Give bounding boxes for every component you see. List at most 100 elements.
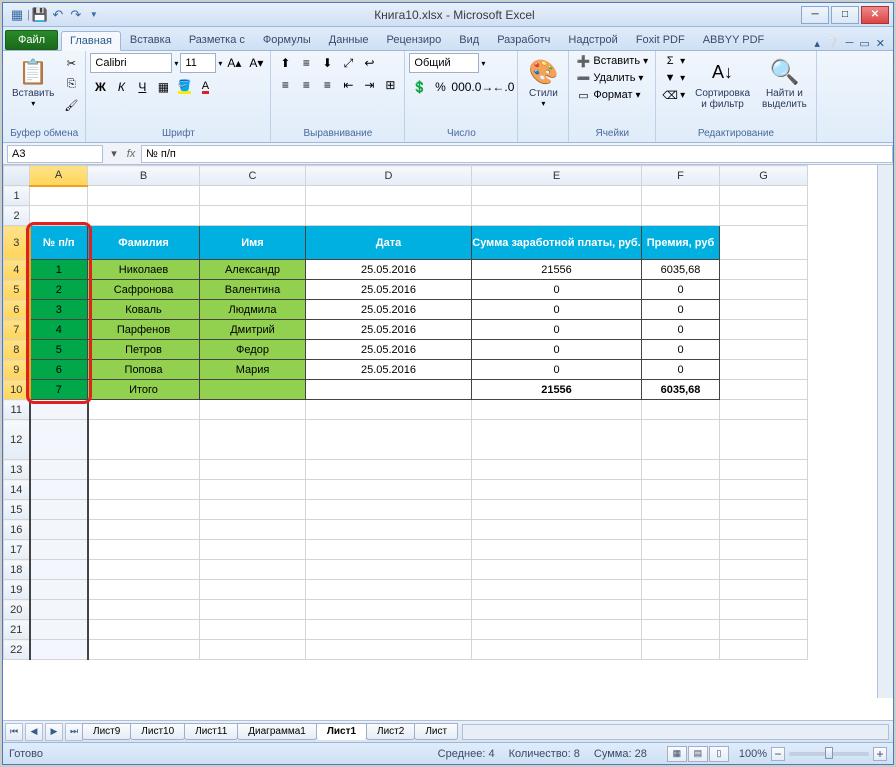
table-cell[interactable]: 25.05.2016 [306,360,472,380]
table-cell[interactable]: Валентина [200,280,306,300]
find-select-button[interactable]: 🔍 Найти и выделить [757,53,812,113]
row-header-10[interactable]: 10 [4,380,30,400]
cell[interactable] [642,420,720,460]
cell[interactable] [30,600,88,620]
view-page-break-icon[interactable]: ▯ [709,746,729,762]
tab-addins[interactable]: Надстрой [559,30,626,50]
cell[interactable] [472,500,642,520]
table-cell[interactable]: 0 [642,360,720,380]
cut-icon[interactable]: ✂ [61,53,81,73]
tab-foxit[interactable]: Foxit PDF [627,30,694,50]
table-header-cell[interactable]: Сумма заработной платы, руб. [472,226,642,260]
cell[interactable] [30,420,88,460]
cell[interactable] [472,420,642,460]
underline-button[interactable]: Ч [132,77,152,97]
cell[interactable] [472,186,642,206]
tab-page-layout[interactable]: Разметка с [180,30,254,50]
cell[interactable] [200,600,306,620]
tab-review[interactable]: Рецензиро [378,30,451,50]
cell[interactable] [720,600,808,620]
row-header-21[interactable]: 21 [4,620,30,640]
table-cell[interactable]: Дмитрий [200,320,306,340]
view-normal-icon[interactable]: ▦ [667,746,687,762]
tab-insert[interactable]: Вставка [121,30,180,50]
cell[interactable] [306,540,472,560]
table-cell[interactable]: 3 [30,300,88,320]
copy-icon[interactable]: ⎘ [61,74,81,94]
cell[interactable] [306,480,472,500]
table-cell[interactable]: Сафронова [88,280,200,300]
fill-color-button[interactable]: 🪣 [174,77,194,97]
sheet-tab[interactable]: Лист11 [184,723,238,740]
row-header-15[interactable]: 15 [4,500,30,520]
row-header-13[interactable]: 13 [4,460,30,480]
sheet-nav-btn-3[interactable]: ⏭ [65,723,83,741]
cell[interactable] [88,560,200,580]
cell[interactable] [306,620,472,640]
orientation-icon[interactable]: ⤢ [338,53,358,73]
cell[interactable] [720,280,808,300]
doc-restore-icon[interactable]: ▭ [859,37,869,50]
row-header-1[interactable]: 1 [4,186,30,206]
table-cell[interactable]: 0 [472,320,642,340]
table-header-cell[interactable]: № п/п [30,226,88,260]
cell[interactable] [720,480,808,500]
close-button[interactable]: ✕ [861,6,889,24]
sheet-tab[interactable]: Лист [414,723,458,740]
styles-button[interactable]: 🎨 Стили ▾ [522,53,564,111]
minimize-ribbon-icon[interactable]: ▴ [814,37,820,50]
col-header-F[interactable]: F [642,166,720,186]
cell[interactable] [200,420,306,460]
format-cells-button[interactable]: ▭Формат ▾ [573,87,651,103]
font-color-button[interactable]: A [195,77,215,97]
table-cell[interactable]: 0 [472,360,642,380]
cell[interactable] [30,206,88,226]
maximize-button[interactable]: □ [831,6,859,24]
cell[interactable] [306,520,472,540]
cell[interactable] [720,420,808,460]
table-cell[interactable]: 0 [472,300,642,320]
wrap-text-icon[interactable]: ↩ [359,53,379,73]
table-cell[interactable]: 0 [642,340,720,360]
spreadsheet-grid[interactable]: ABCDEFG123№ п/пФамилияИмяДатаСумма зараб… [3,165,808,660]
row-header-17[interactable]: 17 [4,540,30,560]
vertical-scrollbar[interactable] [877,165,893,698]
tab-home[interactable]: Главная [61,31,121,51]
tab-formulas[interactable]: Формулы [254,30,320,50]
cell[interactable] [88,540,200,560]
row-header-11[interactable]: 11 [4,400,30,420]
cell[interactable] [200,480,306,500]
cell[interactable] [306,600,472,620]
row-header-2[interactable]: 2 [4,206,30,226]
number-format-select[interactable] [409,53,479,73]
cell[interactable] [642,600,720,620]
cell[interactable] [306,420,472,460]
cell[interactable] [306,580,472,600]
table-cell[interactable]: 6035,68 [642,380,720,400]
italic-button[interactable]: К [111,77,131,97]
table-cell[interactable]: Мария [200,360,306,380]
font-name-select[interactable] [90,53,172,73]
cell[interactable] [720,186,808,206]
minimize-button[interactable]: ─ [801,6,829,24]
cell[interactable] [472,640,642,660]
cell[interactable] [30,620,88,640]
sheet-tab[interactable]: Лист2 [366,723,415,740]
cell[interactable] [30,560,88,580]
cell[interactable] [30,460,88,480]
table-cell[interactable]: Попова [88,360,200,380]
table-cell[interactable]: 5 [30,340,88,360]
table-cell[interactable]: 0 [642,300,720,320]
table-cell[interactable]: 2 [30,280,88,300]
save-icon[interactable]: 💾 [32,7,48,23]
shrink-font-icon[interactable]: A▾ [246,53,266,73]
align-center-icon[interactable]: ≡ [296,75,316,95]
table-cell[interactable]: 25.05.2016 [306,340,472,360]
font-name-dd[interactable]: ▾ [174,59,178,68]
doc-close-icon[interactable]: ✕ [876,37,885,50]
increase-decimal-icon[interactable]: .0→ [472,77,492,97]
decrease-decimal-icon[interactable]: ←.0 [493,77,513,97]
cell[interactable] [30,580,88,600]
align-bottom-icon[interactable]: ⬇ [317,53,337,73]
col-header-E[interactable]: E [472,166,642,186]
